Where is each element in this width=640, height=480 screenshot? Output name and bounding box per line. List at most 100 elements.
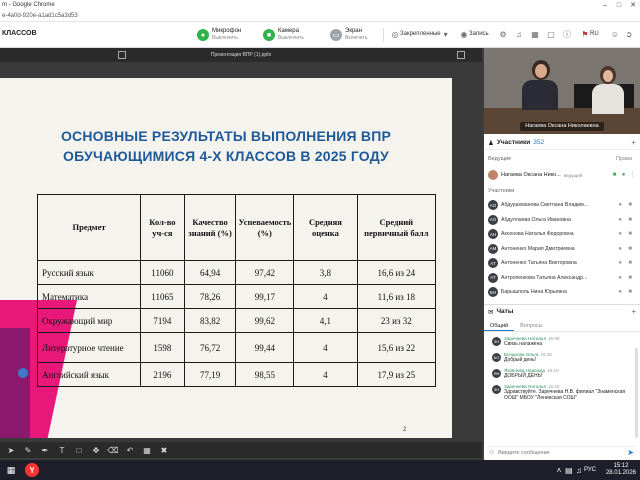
participants-count: 352 xyxy=(533,139,545,146)
layout-button[interactable]: ▦ xyxy=(530,29,540,39)
gear-icon: ⚙ xyxy=(499,29,507,39)
taskbar-clock[interactable]: 15:12 28.01.2026 xyxy=(606,463,636,477)
language-selector[interactable]: ⚑ RU xyxy=(580,29,599,39)
avatar: АО xyxy=(488,214,498,225)
avatar: БН xyxy=(488,287,498,298)
list-item[interactable]: АТ Антоненко Татьяна Викторовна ● ■ xyxy=(484,256,640,271)
expand-icon[interactable]: + xyxy=(631,138,636,147)
record-icon: ◉ xyxy=(460,29,468,39)
leave-button[interactable]: ➲ xyxy=(624,29,634,39)
grid-icon[interactable]: ▦ xyxy=(140,444,154,456)
address-bar[interactable]: e-4a0d-920e-a1ad1c5a3d53 xyxy=(0,10,640,22)
text-icon[interactable]: T xyxy=(55,444,69,456)
toolbar-divider xyxy=(383,28,384,42)
person-figure xyxy=(603,70,613,82)
table-cell: 97,42 xyxy=(235,260,295,285)
volume-icon[interactable]: ♫ xyxy=(574,465,584,475)
eraser-icon[interactable]: ⌫ xyxy=(106,444,120,456)
participant-name: Аксенова Наталья Федоровна xyxy=(501,231,574,238)
keyboard-language[interactable]: РУС xyxy=(584,467,596,473)
language-label: RU xyxy=(590,31,599,37)
message-text: Связь налажена xyxy=(504,341,543,347)
right-panel: Нагаева Оксана Николаевна ♟ Участники 35… xyxy=(484,48,640,460)
undo-icon[interactable]: ↶ xyxy=(123,444,137,456)
screen-share-button[interactable]: ▭ Экран Включить xyxy=(330,26,367,44)
table-row: Математика 11065 78,26 99,17 4 11,6 из 1… xyxy=(36,284,437,309)
avatar: АТ xyxy=(488,258,498,269)
members-label: Участники xyxy=(488,188,515,194)
yandex-browser-icon[interactable]: Y xyxy=(25,463,39,477)
list-item[interactable]: АТ Антропенкова Татьяна Александр... ● ■ xyxy=(484,271,640,286)
table-cell: 23 из 32 xyxy=(356,308,437,333)
slide-title-line-1: ОСНОВНЫЕ РЕЗУЛЬТАТЫ ВЫПОЛНЕНИЯ ВПР xyxy=(60,128,392,144)
microphone-icon[interactable]: ● xyxy=(620,171,627,178)
people-icon: ♟ xyxy=(488,139,494,147)
expand-icon[interactable]: + xyxy=(631,307,636,316)
presentation-title: Презентация ВПР (1).pptx xyxy=(210,52,272,58)
avatar: АН xyxy=(488,229,498,240)
list-item[interactable]: БН Барышполь Нина Юрьевна ● ■ xyxy=(484,285,640,300)
marker-icon[interactable]: ✒ xyxy=(38,444,52,456)
network-icon[interactable]: ▤ xyxy=(564,465,574,475)
emoji-icon[interactable]: ☺ xyxy=(488,449,495,456)
shape-icon[interactable]: □ xyxy=(72,444,86,456)
chevron-up-icon[interactable]: ˄ xyxy=(554,465,564,475)
flag-icon: ⚑ xyxy=(581,29,589,39)
camera-label: Камера xyxy=(278,28,299,34)
move-icon[interactable]: ✥ xyxy=(89,444,103,456)
send-icon[interactable]: ➤ xyxy=(627,448,634,457)
account-button[interactable]: ☺ xyxy=(610,29,620,39)
table-cell: 11060 xyxy=(140,260,185,285)
presentation-square-icon[interactable] xyxy=(457,51,465,59)
pen-icon[interactable]: ✎ xyxy=(21,444,35,456)
windows-start-icon[interactable]: ▦ xyxy=(3,462,19,478)
more-icon[interactable]: ⋮ xyxy=(629,171,636,178)
list-item[interactable]: АМ Антоненко Мария Дмитриевна ● ■ xyxy=(484,242,640,257)
pinned-button[interactable]: ◎ Закрепленные ▾ xyxy=(390,29,451,39)
window-controls: – □ ✕ xyxy=(598,0,640,10)
delete-icon[interactable]: ✖ xyxy=(157,444,171,456)
participant-name: Барышполь Нина Юрьевна xyxy=(501,289,567,296)
list-item[interactable]: АО Абдуллаева Ольга Ивановна ● ■ xyxy=(484,213,640,228)
video-tile[interactable]: Нагаева Оксана Николаевна xyxy=(484,48,640,134)
table-row: Окружающий мир 7194 83,82 99,62 4,1 23 и… xyxy=(36,308,437,333)
participant-name: Антропенкова Татьяна Александр... xyxy=(501,274,588,281)
message-time: 15:10 xyxy=(547,368,559,373)
pin-icon: ◎ xyxy=(391,29,399,39)
screen-share-icon: ▭ xyxy=(330,29,342,41)
camera-button[interactable]: ■ Камера Выключить xyxy=(263,26,304,44)
camera-off-icon: ■ xyxy=(628,216,632,223)
chat-scrollbar[interactable] xyxy=(635,348,638,438)
record-button[interactable]: ◉ Запись xyxy=(459,29,489,39)
pointer-icon[interactable]: ➤ xyxy=(4,444,18,456)
list-item[interactable]: АН Аксенова Наталья Федоровна ● ■ xyxy=(484,227,640,242)
camera-icon[interactable]: ■ xyxy=(611,171,618,178)
chat-tabs: Общий Вопросы xyxy=(484,320,640,332)
list-item[interactable]: АО Абдурахманова Светлана Владим... ● ■ xyxy=(484,198,640,213)
table-cell: 7194 xyxy=(140,308,185,333)
fullscreen-button[interactable]: ▢ xyxy=(546,29,556,39)
maximize-icon[interactable]: □ xyxy=(612,0,626,10)
mic-button[interactable]: ● Микрофон Выключить xyxy=(197,26,241,44)
settings-button[interactable]: ⚙ xyxy=(498,29,508,39)
minimize-icon[interactable]: – xyxy=(598,0,612,10)
audio-button[interactable]: ♫ xyxy=(514,29,524,39)
tab-general[interactable]: Общий xyxy=(484,320,515,331)
table-row: Литературное чтение 1598 76,72 99,44 4 1… xyxy=(36,332,437,363)
host-row[interactable]: Нагаева Оксана Нико... ведущий ■ ● ⋮ xyxy=(484,168,640,182)
chat-input[interactable] xyxy=(498,449,619,456)
info-button[interactable]: ⓘ xyxy=(562,29,572,39)
table-header: Средний первичный балл xyxy=(356,194,437,261)
table-header: Качество знаний (%) xyxy=(183,194,237,261)
tab-questions[interactable]: Вопросы xyxy=(514,320,549,331)
avatar xyxy=(488,170,498,180)
table-row: Русский язык 11060 64,94 97,42 3,8 16,6 … xyxy=(36,260,437,285)
chat-header: ✉ Чаты + xyxy=(484,304,640,318)
avatar: ЗН xyxy=(492,385,501,394)
camera-status: Выключить xyxy=(278,35,305,41)
microphone-off-icon: ● xyxy=(618,289,622,295)
message-text: Добрый день! xyxy=(504,357,537,363)
table-cell: 4,1 xyxy=(293,308,358,333)
table-header: Кол-во уч-ся xyxy=(140,194,185,261)
close-icon[interactable]: ✕ xyxy=(626,0,640,10)
